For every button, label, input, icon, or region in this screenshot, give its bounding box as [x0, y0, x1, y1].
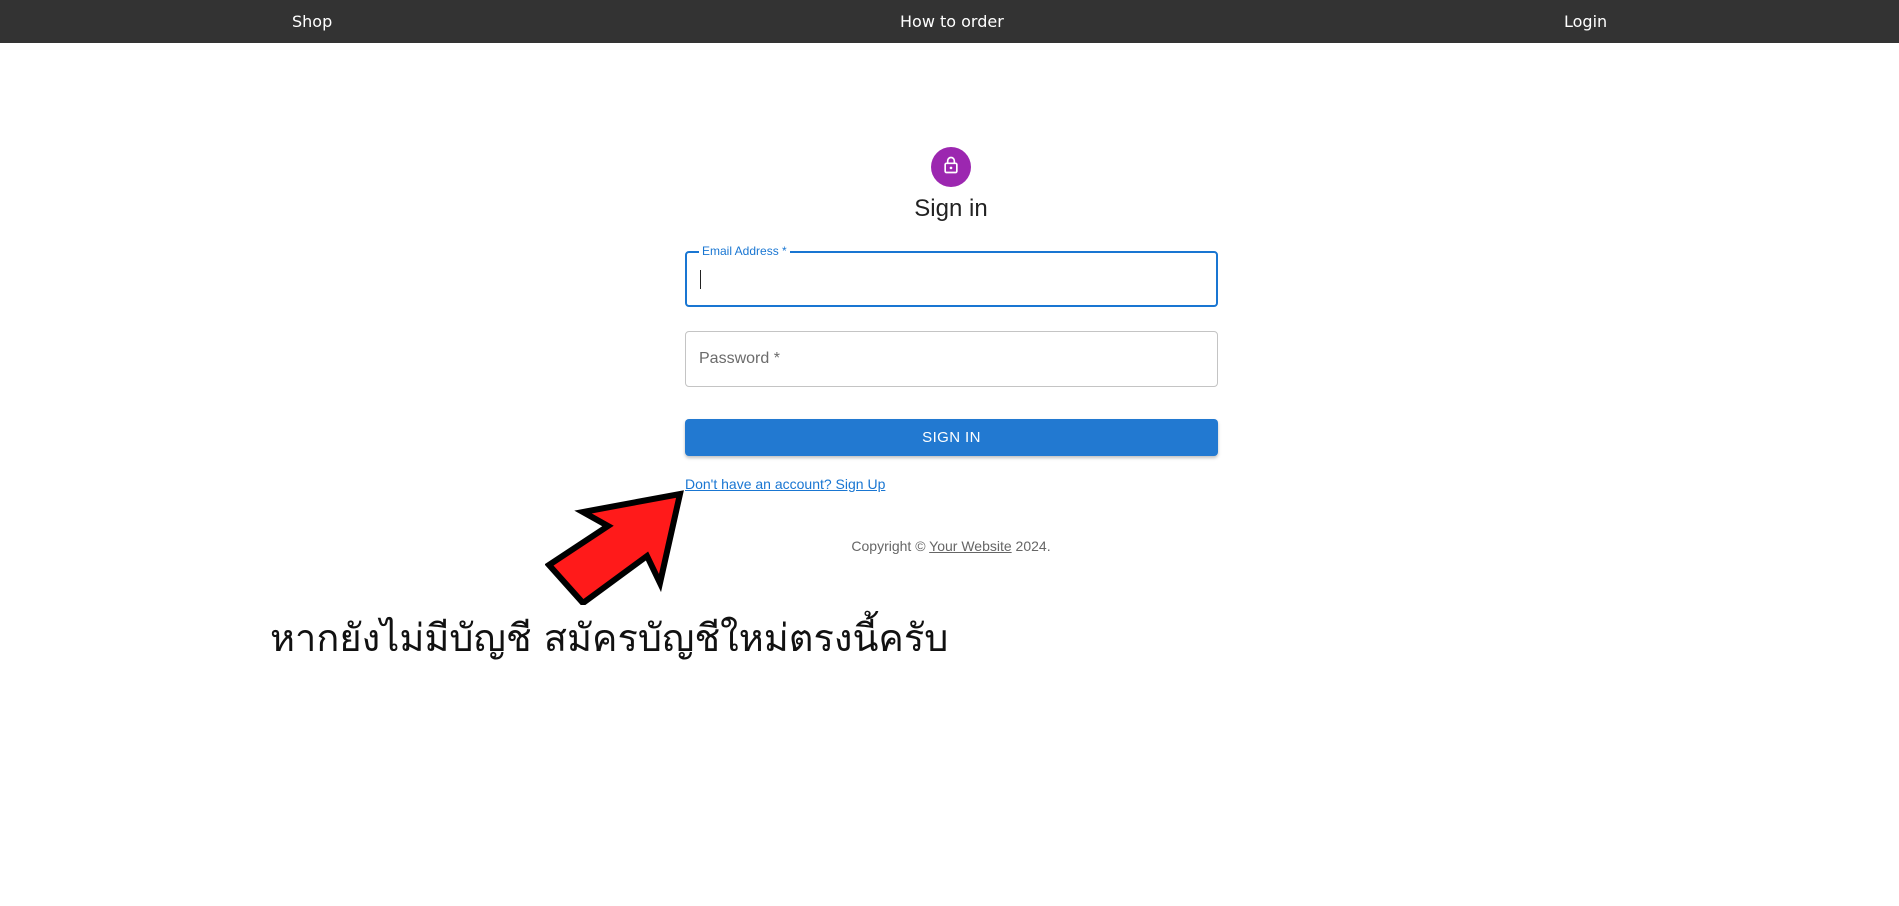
nav-link-login[interactable]: Login	[1564, 0, 1607, 43]
lock-avatar	[931, 147, 971, 187]
nav-link-how-to-order[interactable]: How to order	[900, 0, 1004, 43]
nav-link-shop[interactable]: Shop	[292, 0, 332, 43]
password-field[interactable]: Password *	[685, 331, 1218, 387]
copyright-footer: Copyright © Your Website 2024.	[751, 538, 1151, 554]
email-field[interactable]: Email Address *	[685, 244, 1218, 307]
email-input[interactable]	[687, 253, 1216, 305]
copyright-suffix: 2024.	[1011, 538, 1051, 554]
lock-icon	[941, 155, 961, 180]
annotation-caption: หากยังไม่มีบัญชี สมัครบัญชีใหม่ตรงนี้ครั…	[270, 616, 949, 660]
sign-in-button[interactable]: SIGN IN	[685, 419, 1218, 456]
text-caret	[700, 270, 701, 289]
your-website-link[interactable]: Your Website	[929, 538, 1012, 554]
top-navbar: Shop How to order Login	[0, 0, 1899, 43]
copyright-prefix: Copyright ©	[851, 538, 930, 554]
password-input[interactable]	[686, 332, 1217, 386]
page-title: Sign in	[914, 195, 988, 222]
red-arrow-icon	[544, 490, 685, 610]
sign-up-link[interactable]: Don't have an account? Sign Up	[685, 476, 885, 492]
